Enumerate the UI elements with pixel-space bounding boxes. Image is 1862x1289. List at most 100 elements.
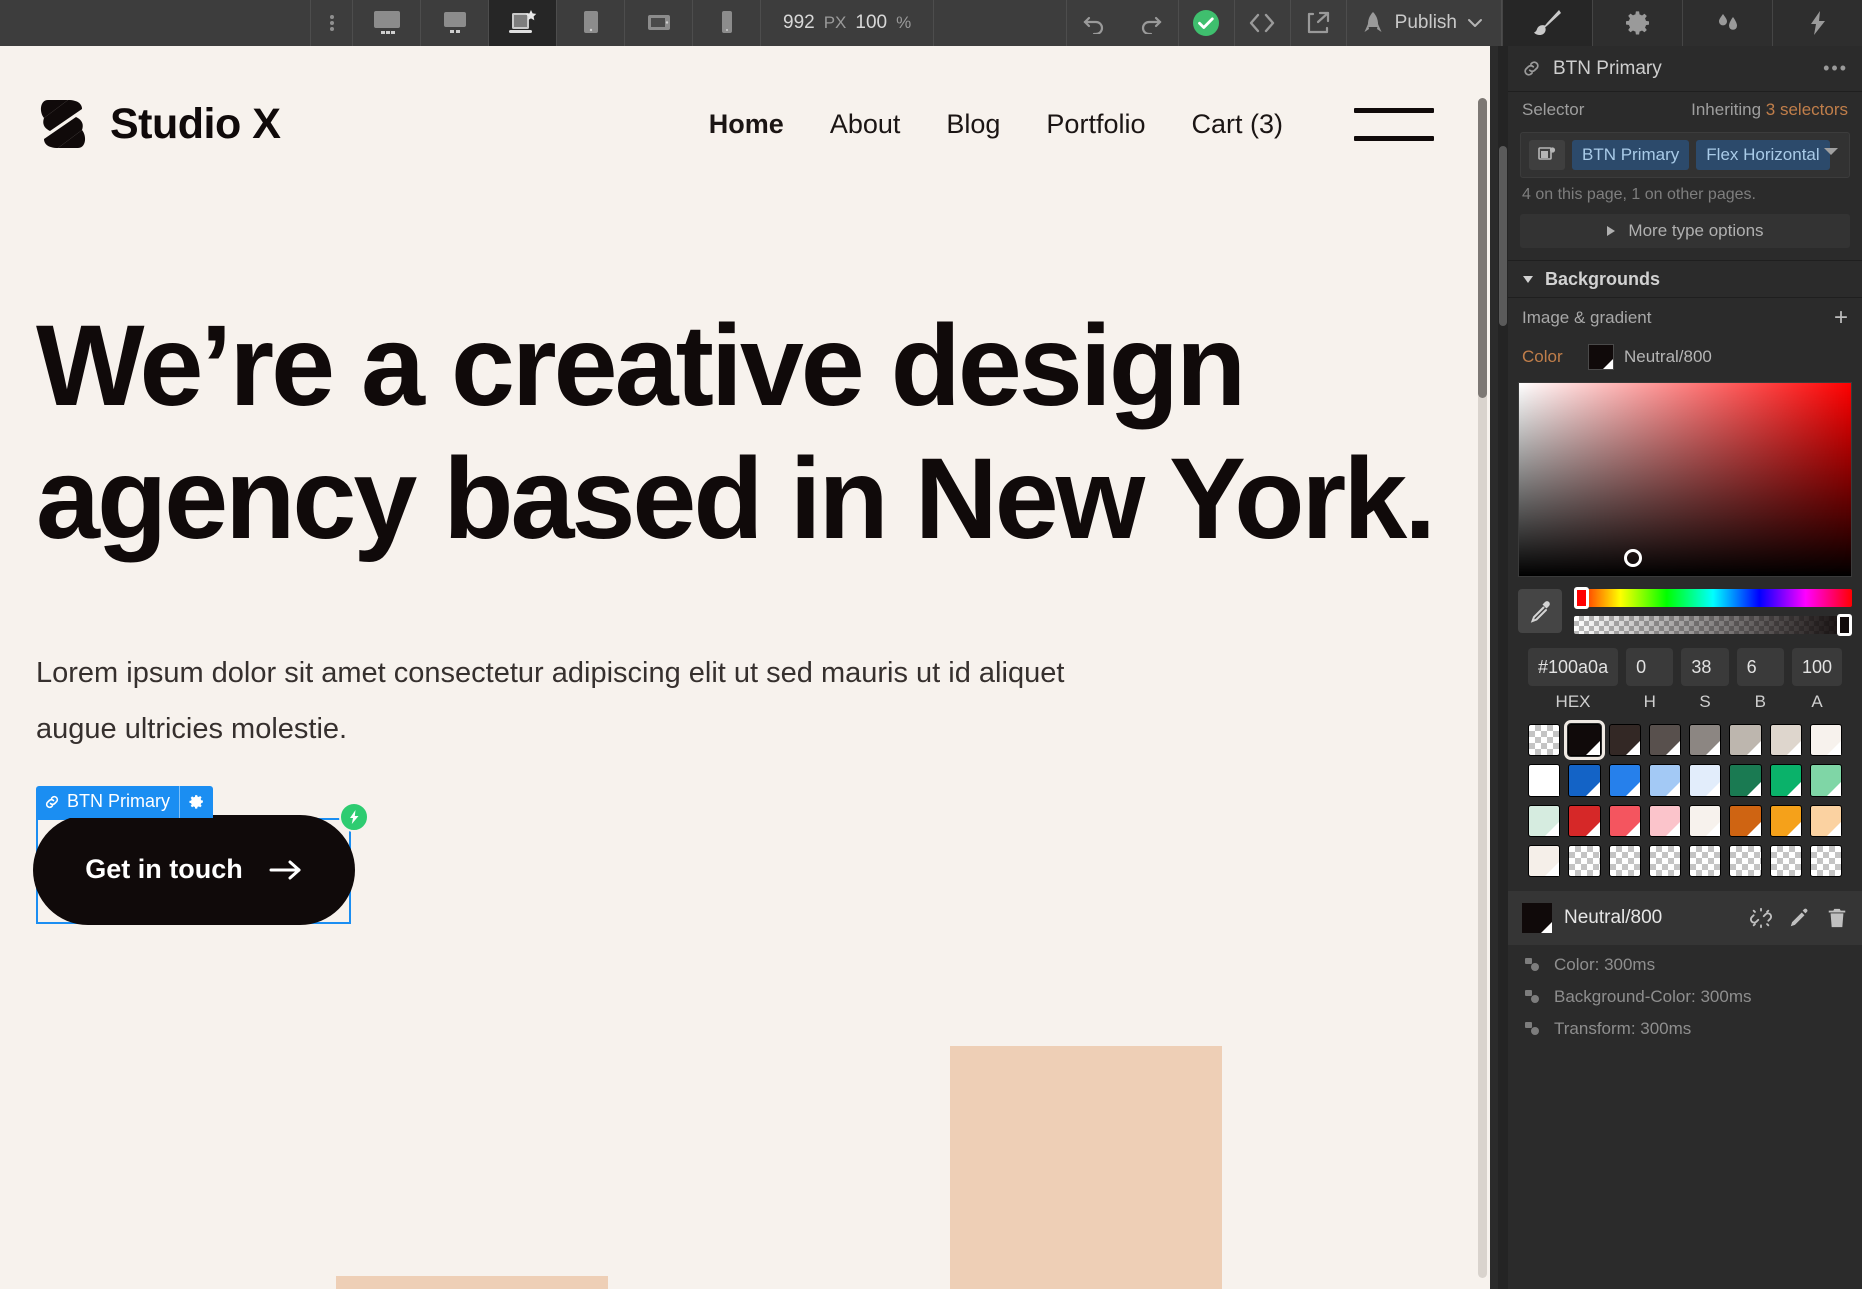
color-swatch[interactable] [1769, 804, 1802, 837]
image-gradient-row[interactable]: Image & gradient + [1508, 298, 1862, 338]
alpha-slider[interactable] [1574, 614, 1852, 636]
nav-link-blog[interactable]: Blog [923, 109, 1023, 140]
viewport-size-control[interactable]: 992 PX 100 % [761, 0, 935, 46]
selector-tag-secondary[interactable]: Flex Horizontal [1696, 140, 1830, 170]
color-swatch[interactable] [1689, 844, 1722, 877]
plus-icon[interactable]: + [1834, 306, 1848, 330]
device-desktop[interactable] [353, 0, 421, 46]
color-swatch[interactable] [1528, 764, 1561, 797]
canvas-scrollbar-thumb[interactable] [1478, 98, 1487, 398]
color-swatch[interactable] [1809, 764, 1842, 797]
transition-item[interactable]: Transform: 300ms [1508, 1013, 1862, 1045]
hue-input[interactable]: 0 [1626, 648, 1674, 686]
unlink-icon[interactable] [1750, 907, 1772, 929]
color-swatch[interactable] [1809, 724, 1842, 757]
color-swatch[interactable] [1769, 764, 1802, 797]
color-swatch[interactable] [1729, 724, 1762, 757]
selection-badge-gear-icon[interactable] [179, 785, 213, 818]
code-view-button[interactable] [1235, 0, 1291, 46]
canvas-scrollbar[interactable] [1478, 98, 1487, 1278]
hamburger-menu-icon[interactable] [1354, 107, 1434, 141]
kebab-menu-icon[interactable] [311, 0, 353, 46]
color-swatch[interactable] [1528, 844, 1561, 877]
panel-scrollbar-thumb[interactable] [1499, 146, 1507, 326]
alpha-input[interactable]: 100 [1791, 648, 1843, 686]
color-swatch[interactable] [1568, 844, 1601, 877]
eyedropper-icon[interactable] [1518, 589, 1562, 633]
share-button[interactable] [1291, 0, 1347, 46]
color-swatch[interactable] [1568, 804, 1601, 837]
color-swatch[interactable] [1648, 804, 1681, 837]
color-swatch[interactable] [1809, 844, 1842, 877]
background-color-swatch[interactable] [1588, 344, 1614, 370]
selector-tag-primary[interactable]: BTN Primary [1572, 140, 1690, 170]
color-swatch[interactable] [1648, 724, 1681, 757]
transition-item[interactable]: Color: 300ms [1508, 949, 1862, 981]
device-laptop[interactable] [421, 0, 489, 46]
color-swatch[interactable] [1769, 724, 1802, 757]
undo-button[interactable] [1067, 0, 1123, 46]
color-swatch[interactable] [1729, 844, 1762, 877]
brightness-input[interactable]: 6 [1736, 648, 1784, 686]
cta-button[interactable]: Get in touch [33, 814, 355, 925]
nav-link-about[interactable]: About [807, 109, 924, 140]
selection-badge[interactable]: BTN Primary [36, 785, 213, 818]
nav-link-cart[interactable]: Cart (3) [1168, 109, 1306, 140]
backgrounds-section-header[interactable]: Backgrounds [1508, 260, 1862, 298]
saturation-brightness-area[interactable] [1518, 382, 1852, 577]
settings-panel-tab[interactable] [1592, 0, 1682, 46]
color-swatch[interactable] [1568, 764, 1601, 797]
nav-link-portfolio[interactable]: Portfolio [1023, 109, 1168, 140]
color-token-swatch[interactable] [1522, 903, 1552, 933]
color-swatch[interactable] [1564, 719, 1605, 761]
pencil-icon[interactable] [1788, 907, 1810, 929]
saturation-handle[interactable] [1624, 549, 1642, 567]
device-tablet-portrait[interactable] [557, 0, 625, 46]
color-swatch[interactable] [1689, 724, 1722, 757]
color-swatch[interactable] [1608, 844, 1641, 877]
background-color-row[interactable]: Color Neutral/800 [1508, 338, 1862, 376]
alpha-slider-knob[interactable] [1837, 614, 1852, 636]
publish-button[interactable]: Publish [1347, 0, 1502, 46]
hero-image-wide[interactable] [336, 1276, 608, 1289]
hex-input[interactable]: #100a0a [1528, 648, 1619, 686]
redo-button[interactable] [1123, 0, 1179, 46]
device-tablet-landscape[interactable] [625, 0, 693, 46]
hue-slider[interactable] [1574, 587, 1852, 609]
panel-scrollbar[interactable] [1498, 46, 1508, 1289]
inheriting-info[interactable]: Inheriting 3 selectors [1691, 100, 1848, 120]
chevron-down-icon[interactable] [1823, 147, 1839, 156]
transition-item[interactable]: Background-Color: 300ms [1508, 981, 1862, 1013]
color-swatch[interactable] [1689, 804, 1722, 837]
interaction-indicator-badge[interactable] [339, 801, 369, 832]
color-token-row[interactable]: Neutral/800 [1508, 891, 1862, 945]
color-swatch[interactable] [1528, 804, 1561, 837]
interactions-panel-tab[interactable] [1772, 0, 1862, 46]
trash-icon[interactable] [1826, 907, 1848, 929]
color-swatch[interactable] [1648, 844, 1681, 877]
color-swatch[interactable] [1689, 764, 1722, 797]
nav-link-home[interactable]: Home [686, 109, 807, 140]
design-canvas[interactable]: Studio X Home About Blog Portfolio Cart … [0, 46, 1490, 1289]
color-swatch[interactable] [1729, 764, 1762, 797]
color-swatch[interactable] [1729, 804, 1762, 837]
more-type-options-button[interactable]: More type options [1520, 214, 1850, 248]
hue-slider-knob[interactable] [1574, 587, 1589, 609]
color-swatch[interactable] [1528, 724, 1561, 757]
color-swatch[interactable] [1809, 804, 1842, 837]
site-logo[interactable]: Studio X [38, 98, 281, 150]
device-mobile[interactable] [693, 0, 761, 46]
publish-status-indicator[interactable] [1179, 0, 1235, 46]
color-swatch[interactable] [1608, 804, 1641, 837]
color-swatch[interactable] [1769, 844, 1802, 877]
more-horizontal-icon[interactable]: ••• [1823, 58, 1848, 79]
effects-panel-tab[interactable] [1682, 0, 1772, 46]
selector-field[interactable]: BTN Primary Flex Horizontal [1520, 132, 1850, 178]
color-swatch[interactable] [1608, 764, 1641, 797]
color-swatch[interactable] [1608, 724, 1641, 757]
saturation-input[interactable]: 38 [1681, 648, 1729, 686]
color-swatch[interactable] [1648, 764, 1681, 797]
hero-image-tall[interactable] [950, 1046, 1222, 1289]
device-tablet-main[interactable] [489, 0, 557, 46]
style-panel-tab[interactable] [1502, 0, 1592, 46]
